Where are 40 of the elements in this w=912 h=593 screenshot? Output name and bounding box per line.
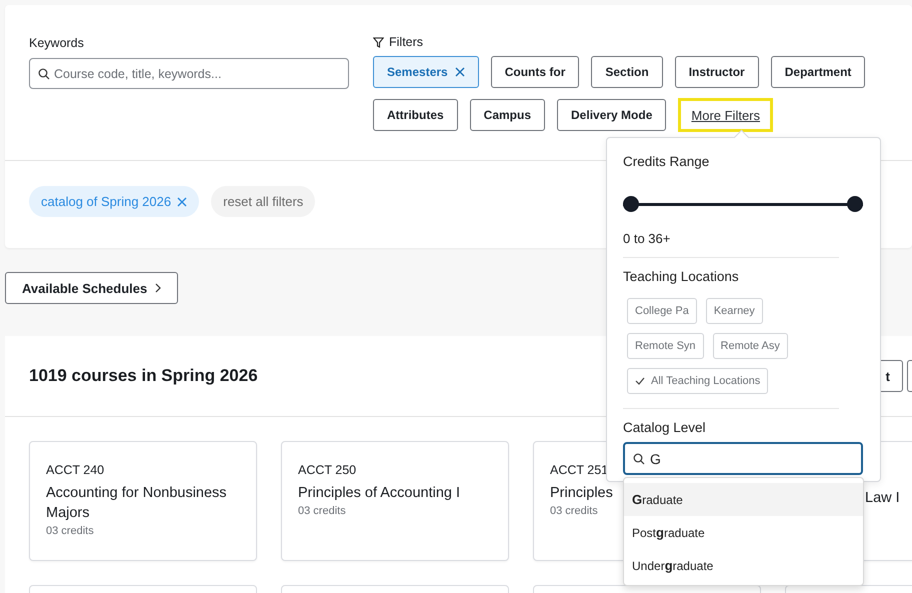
- more-filters-link[interactable]: More Filters: [678, 98, 774, 132]
- course-code: ACCT 250: [298, 463, 356, 477]
- filter-button[interactable]: Counts for: [490, 56, 580, 88]
- location-option[interactable]: Kearney: [706, 298, 763, 324]
- credits-range-label: Credits Range: [623, 154, 710, 169]
- suggestion-option[interactable]: Undergraduate: [624, 549, 863, 582]
- location-option[interactable]: Remote Asy: [712, 333, 788, 359]
- filter-button[interactable]: Department: [770, 56, 866, 88]
- filter-button[interactable]: Delivery Mode: [557, 99, 666, 131]
- course-code: ACCT 240: [46, 463, 104, 477]
- course-title: Law I: [865, 489, 900, 508]
- course-title: Principles: [550, 484, 613, 503]
- credits-range-value: 0 to 36+: [623, 231, 670, 246]
- suggestion-option[interactable]: Graduate: [624, 483, 863, 516]
- location-option[interactable]: Remote Syn: [627, 333, 704, 359]
- catalog-level-label: Catalog Level: [623, 420, 706, 435]
- filter-button[interactable]: Instructor: [674, 56, 759, 88]
- catalog-level-search-field[interactable]: G: [623, 442, 863, 475]
- search-field[interactable]: Course code, title, keywords...: [29, 58, 349, 89]
- course-code: ACCT 251: [550, 463, 608, 477]
- location-option[interactable]: College Pa: [627, 298, 697, 324]
- course-credits: 03 credits: [298, 505, 346, 517]
- course-card[interactable]: ACCT 250 Principles of Accounting I 03 credits: [281, 441, 509, 561]
- keywords-label: Keywords: [29, 36, 85, 50]
- filter-button[interactable]: Campus: [470, 99, 546, 131]
- course-credits: 03 credits: [46, 525, 94, 537]
- available-schedules-button[interactable]: Available Schedules: [5, 272, 178, 304]
- course-title: Principles of Accounting I: [298, 484, 460, 503]
- filter-button[interactable]: Section: [591, 56, 663, 88]
- results-heading: 1019 courses in Spring 2026: [29, 366, 258, 386]
- course-credits: 03 credits: [550, 505, 598, 517]
- course-title: Accounting for Nonbusiness Majors: [46, 484, 228, 523]
- filter-button[interactable]: Attributes: [373, 99, 458, 131]
- location-option[interactable]: All Teaching Locations: [627, 368, 768, 394]
- reset-filters-button[interactable]: reset all filters: [211, 186, 316, 217]
- teaching-locations-label: Teaching Locations: [623, 269, 739, 284]
- filter-button[interactable]: Semesters: [373, 56, 479, 88]
- suggestion-option[interactable]: Postgraduate: [624, 516, 863, 549]
- course-card[interactable]: ACCT 240 Accounting for Nonbusiness Majors 03 credits: [29, 441, 257, 561]
- filters-label: Filters: [389, 35, 424, 49]
